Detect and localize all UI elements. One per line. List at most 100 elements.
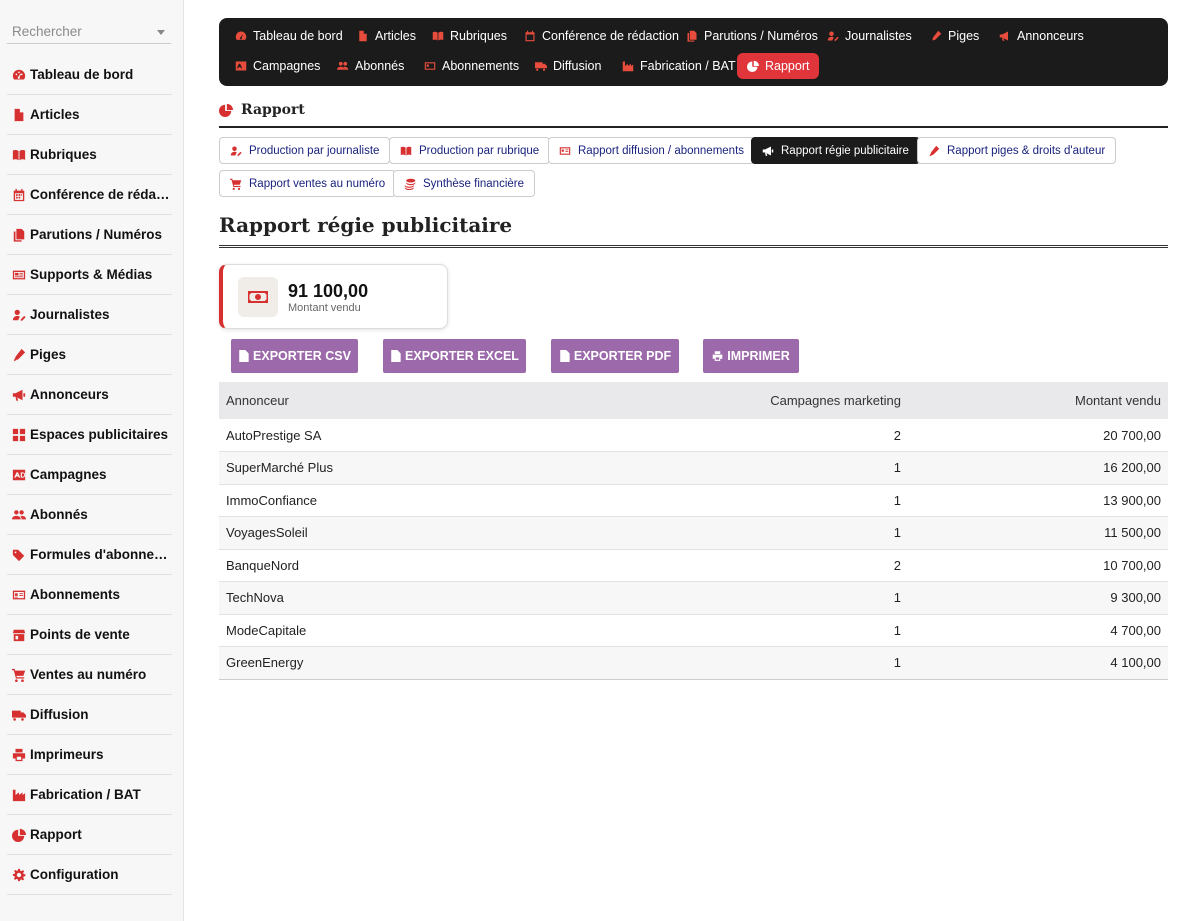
sidebar-item-label: Annonceurs: [30, 387, 109, 402]
bullhorn-icon: [12, 388, 26, 402]
sidebar-item-fabrication[interactable]: Fabrication / BAT: [7, 775, 172, 815]
book-icon: [12, 148, 26, 162]
sidebar-item-supports[interactable]: Supports & Médias: [7, 255, 172, 295]
sidebar-item-parutions[interactable]: Parutions / Numéros: [7, 215, 172, 255]
sidebar-item-annonceurs[interactable]: Annonceurs: [7, 375, 172, 415]
table-row[interactable]: ModeCapitale 1 4 700,00: [219, 614, 1168, 647]
sidebar-item-conference[interactable]: Conférence de rédac…: [7, 175, 172, 215]
table-row[interactable]: GreenEnergy 1 4 100,00: [219, 646, 1168, 680]
industry-icon: [12, 788, 26, 802]
cell-annonceur: ImmoConfiance: [219, 484, 648, 517]
nav-rubriques[interactable]: Rubriques: [422, 23, 517, 49]
print-button[interactable]: IMPRIMER: [703, 339, 799, 373]
sidebar-item-articles[interactable]: Articles: [7, 95, 172, 135]
nav-diffusion[interactable]: Diffusion: [525, 53, 611, 79]
users-icon: [12, 508, 26, 522]
cart-icon: [12, 668, 26, 682]
grid-icon: [12, 428, 26, 442]
table-row[interactable]: AutoPrestige SA 2 20 700,00: [219, 419, 1168, 452]
sidebar-item-label: Tableau de bord: [30, 67, 134, 82]
export-csv-button[interactable]: EXPORTER CSV: [231, 339, 358, 373]
search-select[interactable]: Rechercher: [7, 20, 171, 44]
column-header-montant[interactable]: Montant vendu: [908, 382, 1168, 419]
nav-annonceurs[interactable]: Annonceurs: [989, 23, 1094, 49]
id-card-icon: [12, 588, 26, 602]
sidebar-item-rubriques[interactable]: Rubriques: [7, 135, 172, 175]
tab-rapport-ventes[interactable]: Rapport ventes au numéro: [219, 170, 397, 197]
export-pdf-label: EXPORTER PDF: [573, 349, 672, 363]
nav-journalistes[interactable]: Journalistes: [817, 23, 922, 49]
table-row[interactable]: VoyagesSoleil 1 11 500,00: [219, 516, 1168, 550]
sidebar-item-label: Espaces publicitaires: [30, 427, 169, 442]
nav-rapport[interactable]: Rapport: [737, 53, 820, 79]
section-title: Rapport: [241, 102, 305, 118]
sidebar-item-rapport[interactable]: Rapport: [7, 815, 172, 855]
sidebar-item-formules[interactable]: Formules d'abonne…: [7, 535, 172, 575]
print-label: IMPRIMER: [727, 349, 790, 363]
cell-campagnes: 1: [648, 516, 908, 550]
tab-rapport-piges[interactable]: Rapport piges & droits d'auteur: [917, 137, 1117, 164]
nav-label: Rapport: [765, 59, 810, 73]
table-header-row: Annonceur Campagnes marketing Montant ve…: [219, 382, 1168, 419]
sidebar-item-abonnements[interactable]: Abonnements: [7, 575, 172, 615]
nav-tableau-de-bord[interactable]: Tableau de bord: [225, 23, 353, 49]
truck-icon: [12, 708, 26, 722]
ad-icon: [12, 468, 26, 482]
sidebar-item-configuration[interactable]: Configuration: [7, 855, 172, 895]
sidebar-item-journalistes[interactable]: Journalistes: [7, 295, 172, 335]
page-title: Rapport régie publicitaire: [219, 213, 1168, 248]
file-pdf-icon: [560, 350, 570, 362]
sidebar-item-label: Diffusion: [30, 707, 89, 722]
cell-montant: 10 700,00: [908, 549, 1168, 582]
nav-label: Annonceurs: [1017, 29, 1084, 43]
sidebar-item-label: Conférence de rédac…: [30, 187, 172, 202]
nav-campagnes[interactable]: Campagnes: [225, 53, 330, 79]
tab-synthese-financiere[interactable]: Synthèse financière: [393, 170, 536, 197]
cell-annonceur: TechNova: [219, 581, 648, 615]
cell-annonceur: ModeCapitale: [219, 614, 648, 647]
pie-chart-icon: [747, 60, 759, 72]
sidebar-item-piges[interactable]: Piges: [7, 335, 172, 375]
chevron-down-icon[interactable]: [157, 30, 165, 35]
tab-production-rubrique[interactable]: Production par rubrique: [389, 137, 551, 164]
sidebar-item-espaces[interactable]: Espaces publicitaires: [7, 415, 172, 455]
export-pdf-button[interactable]: EXPORTER PDF: [551, 339, 679, 373]
nav-label: Articles: [375, 29, 416, 43]
sidebar-item-imprimeurs[interactable]: Imprimeurs: [7, 735, 172, 775]
sidebar-item-campagnes[interactable]: Campagnes: [7, 455, 172, 495]
nav-abonnements[interactable]: Abonnements: [414, 53, 529, 79]
tab-label: Synthèse financière: [423, 177, 525, 190]
advertisers-table: Annonceur Campagnes marketing Montant ve…: [219, 382, 1168, 680]
nav-fabrication[interactable]: Fabrication / BAT: [612, 53, 746, 79]
tab-rapport-diffusion[interactable]: Rapport diffusion / abonnements: [548, 137, 756, 164]
sidebar-item-ventes[interactable]: Ventes au numéro: [7, 655, 172, 695]
kpi-card: 91 100,00 Montant vendu: [219, 264, 448, 329]
nav-piges[interactable]: Piges: [920, 23, 989, 49]
sidebar-item-diffusion[interactable]: Diffusion: [7, 695, 172, 735]
sidebar-item-label: Parutions / Numéros: [30, 227, 163, 242]
table-row[interactable]: BanqueNord 2 10 700,00: [219, 549, 1168, 582]
cell-campagnes: 1: [648, 484, 908, 517]
column-header-campagnes[interactable]: Campagnes marketing: [648, 382, 908, 419]
nav-abonnes[interactable]: Abonnés: [327, 53, 414, 79]
export-excel-button[interactable]: EXPORTER EXCEL: [383, 339, 526, 373]
cell-montant: 20 700,00: [908, 419, 1168, 452]
sidebar-item-abonnes[interactable]: Abonnés: [7, 495, 172, 535]
export-excel-label: EXPORTER EXCEL: [405, 349, 519, 363]
cell-montant: 13 900,00: [908, 484, 1168, 517]
sidebar-item-tableau-de-bord[interactable]: Tableau de bord: [7, 55, 172, 95]
sidebar-item-points-de-vente[interactable]: Points de vente: [7, 615, 172, 655]
truck-icon: [535, 62, 547, 71]
nav-articles[interactable]: Articles: [347, 23, 426, 49]
store-icon: [12, 628, 26, 642]
table-row[interactable]: SuperMarché Plus 1 16 200,00: [219, 451, 1168, 485]
table-row[interactable]: TechNova 1 9 300,00: [219, 581, 1168, 615]
tab-production-journaliste[interactable]: Production par journaliste: [219, 137, 391, 164]
top-navigation: Tableau de bord Articles Rubriques Confé…: [219, 18, 1168, 86]
table-row[interactable]: ImmoConfiance 1 13 900,00: [219, 484, 1168, 517]
nav-parutions[interactable]: Parutions / Numéros: [676, 23, 828, 49]
kpi-value: 91 100,00: [288, 281, 369, 301]
tab-rapport-regie[interactable]: Rapport régie publicitaire: [751, 137, 920, 164]
column-header-annonceur[interactable]: Annonceur: [219, 382, 648, 419]
nav-conference[interactable]: Conférence de rédaction: [514, 23, 689, 49]
